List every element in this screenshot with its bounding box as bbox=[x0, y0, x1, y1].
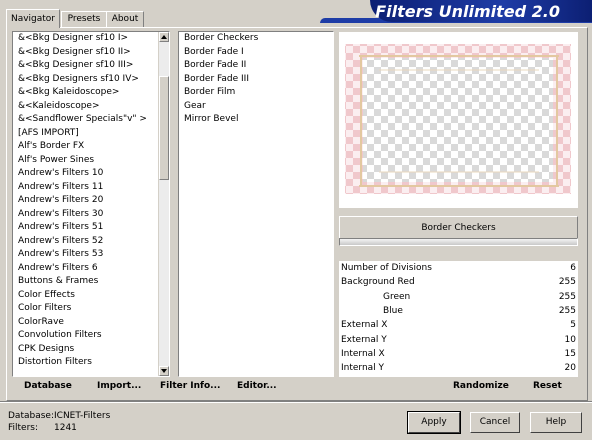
help-button[interactable]: Help bbox=[530, 412, 582, 433]
category-item[interactable]: &<Sandflower Specials"v" > bbox=[13, 113, 163, 127]
filter-preview bbox=[339, 32, 578, 208]
parameter-value[interactable]: 15 bbox=[565, 347, 576, 361]
category-scrollbar[interactable] bbox=[158, 32, 169, 376]
triangle-down-icon bbox=[161, 369, 167, 373]
category-item[interactable]: Convolution Filters bbox=[13, 329, 163, 343]
tab-about[interactable]: About bbox=[106, 11, 144, 27]
category-item[interactable]: &<Bkg Designer sf10 I> bbox=[13, 32, 163, 46]
parameter-row[interactable]: Blue 255 bbox=[339, 304, 578, 318]
preview-image bbox=[345, 44, 571, 194]
filter-item[interactable]: Border Film bbox=[179, 86, 333, 100]
category-item[interactable]: ColorRave bbox=[13, 316, 163, 330]
database-status-value: ICNET-Filters bbox=[54, 411, 111, 421]
filters-count-value: 1241 bbox=[54, 423, 77, 433]
filter-info-button[interactable]: Filter Info... bbox=[160, 381, 220, 391]
category-item[interactable]: Andrew's Filters 20 bbox=[13, 194, 163, 208]
filter-item[interactable]: Border Checkers bbox=[179, 32, 333, 46]
parameter-label: Number of Divisions bbox=[341, 263, 432, 273]
filter-item[interactable]: Border Fade II bbox=[179, 59, 333, 73]
apply-button[interactable]: Apply bbox=[407, 411, 461, 434]
category-list[interactable]: &<Bkg Designer sf10 I> &<Bkg Designer sf1… bbox=[12, 31, 170, 377]
parameter-row[interactable]: External X 5 bbox=[339, 318, 578, 332]
filters-count-label: Filters: bbox=[8, 423, 39, 433]
parameter-row[interactable]: Internal X 15 bbox=[339, 347, 578, 361]
category-item[interactable]: Andrew's Filters 53 bbox=[13, 248, 163, 262]
parameter-label: External X bbox=[341, 320, 388, 331]
parameter-label: Background Red bbox=[341, 277, 415, 288]
category-item[interactable]: Andrew's Filters 10 bbox=[13, 167, 163, 181]
database-status-label: Database: bbox=[8, 411, 54, 421]
editor-button[interactable]: Editor... bbox=[237, 381, 277, 391]
category-item[interactable]: Andrew's Filters 11 bbox=[13, 181, 163, 195]
category-item[interactable]: Buttons & Frames bbox=[13, 275, 163, 289]
parameter-row[interactable]: Background Red 255 bbox=[339, 275, 578, 289]
parameter-row[interactable]: Number of Divisions 6 bbox=[339, 261, 578, 275]
scroll-down-button[interactable] bbox=[159, 366, 169, 376]
parameter-list: Number of Divisions 6 Background Red 255 Gre… bbox=[339, 261, 578, 377]
category-item[interactable]: Color Filters bbox=[13, 302, 163, 316]
parameter-value[interactable]: 255 bbox=[559, 290, 576, 304]
reset-button[interactable]: Reset bbox=[533, 381, 562, 391]
scroll-thumb[interactable] bbox=[159, 76, 169, 180]
category-item[interactable]: [AFS IMPORT] bbox=[13, 127, 163, 141]
progress-bar bbox=[339, 238, 578, 246]
parameter-value[interactable]: 255 bbox=[559, 304, 576, 318]
filter-item[interactable]: Mirror Bevel bbox=[179, 113, 333, 127]
category-item[interactable]: Andrew's Filters 52 bbox=[13, 235, 163, 249]
category-item[interactable]: &<Bkg Kaleidoscope> bbox=[13, 86, 163, 100]
database-button[interactable]: Database bbox=[24, 381, 72, 391]
parameter-row[interactable]: External Y 10 bbox=[339, 333, 578, 347]
filter-item[interactable]: Gear bbox=[179, 100, 333, 114]
category-item[interactable]: Andrew's Filters 6 bbox=[13, 262, 163, 276]
category-item[interactable]: Distortion Filters bbox=[13, 356, 163, 370]
tab-navigator[interactable]: Navigator bbox=[6, 9, 60, 28]
category-items: &<Bkg Designer sf10 I> &<Bkg Designer sf1… bbox=[13, 32, 169, 370]
category-item[interactable]: Andrew's Filters 51 bbox=[13, 221, 163, 235]
filter-item[interactable]: Border Fade III bbox=[179, 73, 333, 87]
filter-item[interactable]: Border Fade I bbox=[179, 46, 333, 60]
parameter-value[interactable]: 255 bbox=[559, 275, 576, 289]
app-title: Filters Unlimited 2.0 bbox=[375, 2, 560, 21]
parameter-row[interactable]: Green 255 bbox=[339, 290, 578, 304]
parameter-label: Internal X bbox=[341, 348, 385, 359]
parameter-value[interactable]: 6 bbox=[570, 261, 576, 275]
selected-filter-name: Border Checkers bbox=[339, 216, 578, 240]
divider bbox=[0, 401, 592, 403]
cancel-button[interactable]: Cancel bbox=[470, 412, 520, 433]
parameter-row[interactable]: Internal Y 20 bbox=[339, 361, 578, 375]
triangle-up-icon bbox=[161, 35, 167, 39]
title-banner: Filters Unlimited 2.0 bbox=[370, 0, 592, 22]
tab-presets[interactable]: Presets bbox=[61, 11, 107, 27]
parameter-value[interactable]: 10 bbox=[565, 333, 576, 347]
randomize-button[interactable]: Randomize bbox=[453, 381, 509, 391]
category-item[interactable]: Alf's Border FX bbox=[13, 140, 163, 154]
category-item[interactable]: &<Bkg Designer sf10 II> bbox=[13, 46, 163, 60]
category-item[interactable]: &<Bkg Designer sf10 III> bbox=[13, 59, 163, 73]
parameter-value[interactable]: 5 bbox=[570, 318, 576, 332]
category-item[interactable]: CPK Designs bbox=[13, 343, 163, 357]
parameter-label: Green bbox=[383, 291, 411, 302]
scroll-up-button[interactable] bbox=[159, 32, 169, 42]
category-item[interactable]: Andrew's Filters 30 bbox=[13, 208, 163, 222]
parameter-value[interactable]: 20 bbox=[565, 361, 576, 375]
parameter-label: External Y bbox=[341, 334, 387, 345]
category-item[interactable]: Alf's Power Sines bbox=[13, 154, 163, 168]
filter-list[interactable]: Border Checkers Border Fade I Border Fade … bbox=[178, 31, 334, 377]
parameter-label: Blue bbox=[383, 305, 403, 316]
import-button[interactable]: Import... bbox=[97, 381, 141, 391]
filter-items: Border Checkers Border Fade I Border Fade … bbox=[179, 32, 333, 127]
category-item[interactable]: &<Bkg Designers sf10 IV> bbox=[13, 73, 163, 87]
parameter-label: Internal Y bbox=[341, 363, 385, 374]
category-item[interactable]: &<Kaleidoscope> bbox=[13, 100, 163, 114]
category-item[interactable]: Color Effects bbox=[13, 289, 163, 303]
